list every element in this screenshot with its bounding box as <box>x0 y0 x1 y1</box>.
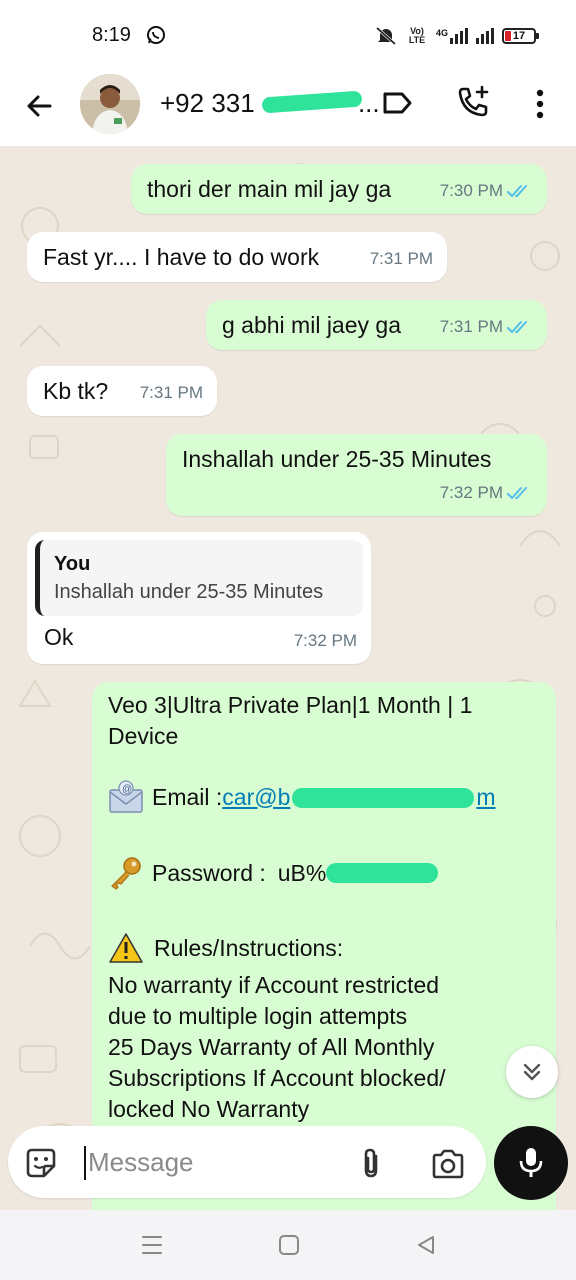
label-icon[interactable] <box>380 86 414 120</box>
email-line: @ Email : car@b m <box>108 780 540 814</box>
signal-icon-2 <box>476 28 494 44</box>
message-bubble-outgoing[interactable]: Inshallah under 25-35 Minutes 7:32 PM <box>166 434 547 516</box>
system-nav-bar <box>0 1210 576 1280</box>
signal-icon: 4G <box>436 28 468 44</box>
camera-icon[interactable] <box>430 1148 466 1180</box>
message-meta: 7:31 PM <box>440 312 533 342</box>
redaction-mark <box>326 863 439 883</box>
password-label: Password : <box>152 859 266 886</box>
chat-area[interactable]: thori der main mil jay ga 7:30 PM Fast y… <box>0 146 576 1210</box>
message-time: 7:32 PM <box>293 631 357 650</box>
rule-line: locked No Warranty <box>108 1096 310 1122</box>
redaction-mark <box>292 788 475 809</box>
add-call-icon[interactable] <box>455 84 491 120</box>
quoted-text: Inshallah under 25-35 Minutes <box>54 581 324 603</box>
status-icons: Vo) LTE 4G 17 <box>374 24 539 48</box>
message-time: 7:31 PM <box>439 317 503 336</box>
svg-text:@: @ <box>122 784 132 795</box>
rule-line: No warranty if Account restricted <box>108 972 440 998</box>
email-link[interactable]: car@b m <box>222 782 495 813</box>
read-ticks-icon <box>507 487 527 499</box>
voice-message-button[interactable] <box>494 1126 568 1200</box>
message-time: 7:30 PM <box>439 181 503 200</box>
key-icon <box>111 857 141 890</box>
plan-title: Veo 3|Ultra Private Plan|1 Month | 1 Dev… <box>108 692 473 749</box>
envelope-icon: @ <box>109 780 143 813</box>
recent-apps-icon[interactable] <box>140 1234 164 1256</box>
message-bubble-outgoing[interactable]: thori der main mil jay ga 7:30 PM <box>131 164 547 214</box>
message-meta: 7:30 PM <box>440 176 533 206</box>
home-icon[interactable] <box>278 1234 300 1256</box>
message-time: 7:32 PM <box>439 483 503 502</box>
rule-line: Subscriptions If Account blocked/ <box>108 1065 446 1091</box>
back-icon[interactable] <box>414 1234 438 1256</box>
chat-header: +92 331 ... <box>0 72 576 146</box>
attach-icon[interactable] <box>356 1146 386 1180</box>
text-caret <box>84 1146 86 1180</box>
message-bubble-incoming[interactable]: Kb tk? 7:31 PM <box>27 366 217 416</box>
rule-line: due to multiple login attempts <box>108 1003 408 1029</box>
scroll-to-bottom-button[interactable] <box>506 1046 558 1098</box>
message-input[interactable] <box>88 1144 348 1180</box>
status-bar: 8:19 Vo) LTE 4G 17 <box>0 0 576 72</box>
message-time: 7:31 PM <box>369 249 433 268</box>
avatar-image <box>80 74 140 134</box>
message-meta: 7:31 PM <box>140 378 203 408</box>
message-meta: 7:31 PM <box>370 244 433 274</box>
status-time: 8:19 <box>92 24 131 46</box>
password-value: uB% <box>277 859 327 886</box>
password-line: Password : uB% <box>108 856 540 890</box>
read-ticks-icon <box>507 321 527 333</box>
rule-line: 25 Days Warranty of All Monthly <box>108 1034 435 1060</box>
message-meta: 7:32 PM <box>440 478 533 508</box>
sticker-icon[interactable] <box>24 1146 58 1180</box>
read-ticks-icon <box>507 185 527 197</box>
chevron-double-down-icon <box>523 1063 541 1081</box>
battery-level: 17 <box>512 30 526 42</box>
message-text: g abhi mil jaey ga <box>222 312 401 338</box>
mic-icon <box>519 1148 543 1177</box>
message-time: 7:31 PM <box>139 383 203 402</box>
message-text: thori der main mil jay ga <box>147 176 392 202</box>
message-text: Fast yr.... I have to do work <box>43 244 320 270</box>
back-arrow-icon[interactable] <box>20 86 60 126</box>
message-bubble-outgoing[interactable]: g abhi mil jaey ga 7:31 PM <box>206 300 547 350</box>
volte-label: Vo) LTE <box>408 26 426 45</box>
rules-title-line: Rules/Instructions: <box>108 932 540 964</box>
rules-title: Rules/Instructions: <box>154 934 344 961</box>
avatar[interactable] <box>80 74 140 134</box>
mute-icon <box>375 26 396 46</box>
message-text: Inshallah under 25-35 Minutes <box>182 446 492 472</box>
message-composer <box>8 1126 486 1198</box>
message-meta: 7:32 PM <box>294 626 357 656</box>
warning-icon <box>109 933 143 963</box>
message-text: Kb tk? <box>43 378 109 404</box>
quoted-author: You <box>54 553 91 575</box>
quoted-message[interactable]: You Inshallah under 25-35 Minutes <box>35 540 363 616</box>
more-vert-icon[interactable] <box>526 84 554 124</box>
whatsapp-icon <box>147 26 165 44</box>
battery-icon: 17 <box>502 28 539 44</box>
message-bubble-incoming[interactable]: Fast yr.... I have to do work 7:31 PM <box>27 232 447 282</box>
email-label: Email : <box>152 783 223 810</box>
message-bubble-incoming-reply[interactable]: You Inshallah under 25-35 Minutes Ok 7:3… <box>27 532 371 664</box>
